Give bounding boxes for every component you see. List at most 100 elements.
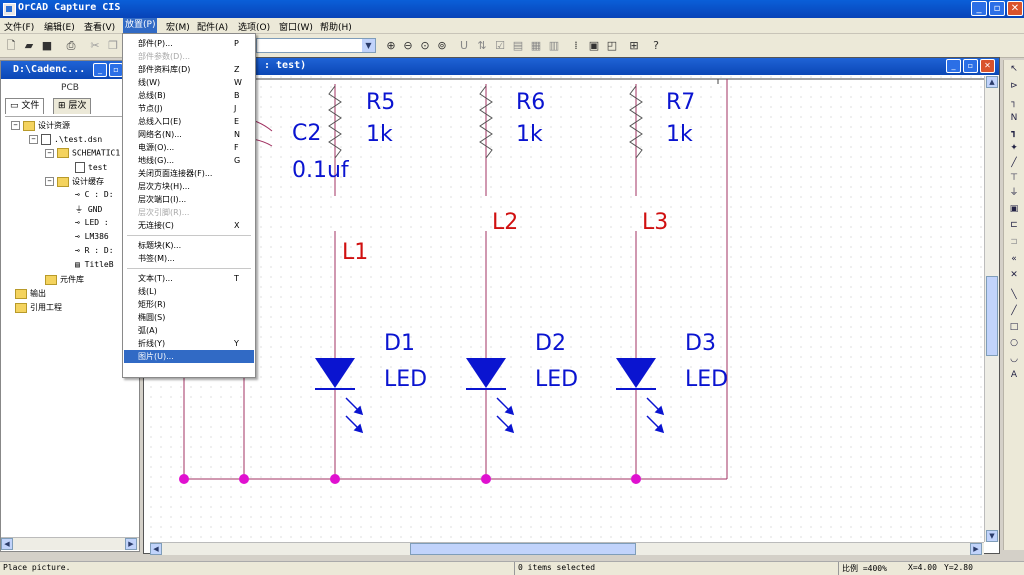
- tree-cache-item[interactable]: ⏚ GND: [75, 204, 102, 215]
- tree-referenced-projects[interactable]: 引用工程: [15, 302, 62, 313]
- menu-item-text[interactable]: 文本(T)... T: [124, 272, 254, 285]
- menu-item-junction[interactable]: 节点(J) J: [124, 102, 254, 115]
- menu-file[interactable]: 文件(F): [4, 20, 34, 33]
- led-value-d3[interactable]: LED: [685, 367, 728, 392]
- tree-cache-item[interactable]: ▤ TitleB: [75, 260, 114, 269]
- menu-item-part[interactable]: 部件(P)... P: [124, 37, 254, 50]
- menu-item-wire[interactable]: 线(W) W: [124, 76, 254, 89]
- menu-item-line[interactable]: 线(L): [124, 285, 254, 298]
- menu-macro[interactable]: 宏(M): [166, 20, 190, 33]
- open-folder-icon[interactable]: ▰: [22, 39, 36, 53]
- schematic-vscrollbar[interactable]: ▲ ▼: [984, 76, 999, 542]
- save-icon[interactable]: ■: [40, 39, 54, 53]
- tab-hierarchy[interactable]: ⊞ 层次: [53, 98, 92, 114]
- place-off-page-icon[interactable]: «: [1007, 253, 1021, 266]
- menu-item-off-page-connector[interactable]: 关闭页面连接器(F)...: [124, 167, 254, 180]
- menu-item-polyline[interactable]: 折线(Y) Y: [124, 337, 254, 350]
- cut-icon[interactable]: ✂: [88, 39, 102, 53]
- place-ellipse-icon[interactable]: ○: [1007, 337, 1021, 350]
- menu-item-bus-entry[interactable]: 总线入口(E) E: [124, 115, 254, 128]
- project-maximize-button[interactable]: ▫: [109, 63, 123, 77]
- scroll-up-icon[interactable]: ▲: [986, 76, 998, 88]
- project-manager-icon[interactable]: ⊞: [627, 39, 641, 53]
- tree-schematic[interactable]: − SCHEMATIC1: [45, 148, 120, 158]
- led-ref-d2[interactable]: D2: [535, 331, 566, 356]
- menu-item-hierarchical-pin[interactable]: 层次引脚(R)...: [124, 206, 254, 219]
- place-bus-entry-icon[interactable]: ╱: [1007, 157, 1021, 170]
- print-icon[interactable]: ⎙: [64, 39, 78, 53]
- menu-item-hierarchical-block[interactable]: 层次方块(H)...: [124, 180, 254, 193]
- zoom-all-icon[interactable]: ⊚: [435, 39, 449, 53]
- project-minimize-button[interactable]: _: [93, 63, 107, 77]
- tab-files[interactable]: ▭ 文件: [5, 98, 45, 114]
- annotate-icon[interactable]: U: [457, 39, 471, 53]
- schematic-canvas[interactable]: C2 0.1uf R5 1k R6 1k R7 1k L1 L2 L3 D1 L…: [150, 76, 988, 542]
- resistor-value-r5[interactable]: 1k: [366, 122, 393, 147]
- back-annotate-icon[interactable]: ⇅: [475, 39, 489, 53]
- menu-help[interactable]: 帮助(H): [320, 20, 352, 33]
- menu-item-ellipse[interactable]: 椭圆(S): [124, 311, 254, 324]
- menu-item-hierarchical-port[interactable]: 层次端口(I)...: [124, 193, 254, 206]
- drc-icon[interactable]: ☑: [493, 39, 507, 53]
- led-value-d2[interactable]: LED: [535, 367, 578, 392]
- menu-item-no-connect[interactable]: 无连接(C) X: [124, 219, 254, 232]
- copy-icon[interactable]: ❐: [106, 39, 120, 53]
- net-label-l1[interactable]: L1: [342, 240, 368, 265]
- menu-item-bookmark[interactable]: 书签(M)...: [124, 252, 254, 265]
- place-arc-icon[interactable]: ◡: [1007, 353, 1021, 366]
- place-hierarchical-block-icon[interactable]: ▣: [1007, 203, 1021, 216]
- scroll-right-icon[interactable]: ▶: [970, 543, 982, 555]
- place-rectangle-icon[interactable]: □: [1007, 321, 1021, 334]
- net-label-l3[interactable]: L3: [642, 210, 668, 235]
- select-arrow-icon[interactable]: ↖: [1007, 63, 1021, 76]
- hscroll-thumb[interactable]: [410, 543, 636, 555]
- tree-cache-item[interactable]: ⊸ R : D:: [75, 246, 114, 255]
- menu-item-database-part[interactable]: 部件资料库(D) Z: [124, 63, 254, 76]
- led-ref-d1[interactable]: D1: [384, 331, 415, 356]
- cross-ref-icon[interactable]: ▦: [529, 39, 543, 53]
- place-net-alias-icon[interactable]: N: [1007, 112, 1021, 125]
- menu-window[interactable]: 窗口(W): [279, 20, 313, 33]
- resistor-ref-r5[interactable]: R5: [366, 90, 395, 115]
- capacitor-value[interactable]: 0.1uf: [292, 158, 349, 183]
- tree-dsn[interactable]: − .\test.dsn: [29, 134, 102, 145]
- schematic-hscrollbar[interactable]: ◀ ▶: [150, 542, 984, 555]
- minimize-button[interactable]: _: [971, 1, 987, 16]
- menu-options[interactable]: 选项(O): [238, 20, 270, 33]
- chevron-down-icon[interactable]: ▼: [362, 39, 375, 52]
- menu-item-net-alias[interactable]: 网络名(N)... N: [124, 128, 254, 141]
- menu-item-part-params[interactable]: 部件参数(D)...: [124, 50, 254, 63]
- menu-view[interactable]: 查看(V): [84, 20, 115, 33]
- scroll-left-icon[interactable]: ◀: [150, 543, 162, 555]
- menu-item-arc[interactable]: 弧(A): [124, 324, 254, 337]
- scroll-down-icon[interactable]: ▼: [986, 530, 998, 542]
- project-hscrollbar[interactable]: ◀ ▶: [1, 537, 139, 550]
- capacitor-ref[interactable]: C2: [292, 121, 321, 146]
- place-text-icon[interactable]: A: [1007, 369, 1021, 382]
- part-combo[interactable]: ▼: [256, 38, 376, 53]
- zoom-in-icon[interactable]: ⊕: [384, 39, 398, 53]
- place-polyline-icon[interactable]: ╱: [1007, 305, 1021, 318]
- place-line-icon[interactable]: ╲: [1007, 289, 1021, 302]
- snap-grid-icon[interactable]: ⁞: [569, 39, 583, 53]
- help-icon[interactable]: ?: [649, 39, 663, 53]
- place-no-connect-icon[interactable]: ✕: [1007, 269, 1021, 282]
- led-value-d1[interactable]: LED: [384, 367, 427, 392]
- zoom-area-icon[interactable]: ⊙: [418, 39, 432, 53]
- menu-item-bus[interactable]: 总线(B) B: [124, 89, 254, 102]
- menu-item-power[interactable]: 电源(O)... F: [124, 141, 254, 154]
- zoom-out-icon[interactable]: ⊖: [401, 39, 415, 53]
- resistor-ref-r7[interactable]: R7: [666, 90, 695, 115]
- scroll-right-icon[interactable]: ▶: [125, 538, 137, 550]
- tree-page-test[interactable]: test: [75, 162, 107, 173]
- scroll-left-icon[interactable]: ◀: [1, 538, 13, 550]
- tree-output[interactable]: 输出: [15, 288, 46, 299]
- place-power-icon[interactable]: ⊤: [1007, 172, 1021, 185]
- resistor-value-r6[interactable]: 1k: [516, 122, 543, 147]
- schematic-close-button[interactable]: ✕: [980, 59, 995, 73]
- drag-icon[interactable]: ◰: [605, 39, 619, 53]
- menu-item-title-block[interactable]: 标题块(K)...: [124, 239, 254, 252]
- place-wire-icon[interactable]: ┐: [1007, 97, 1021, 110]
- menu-place[interactable]: 放置(P): [123, 18, 158, 33]
- resistor-value-r7[interactable]: 1k: [666, 122, 693, 147]
